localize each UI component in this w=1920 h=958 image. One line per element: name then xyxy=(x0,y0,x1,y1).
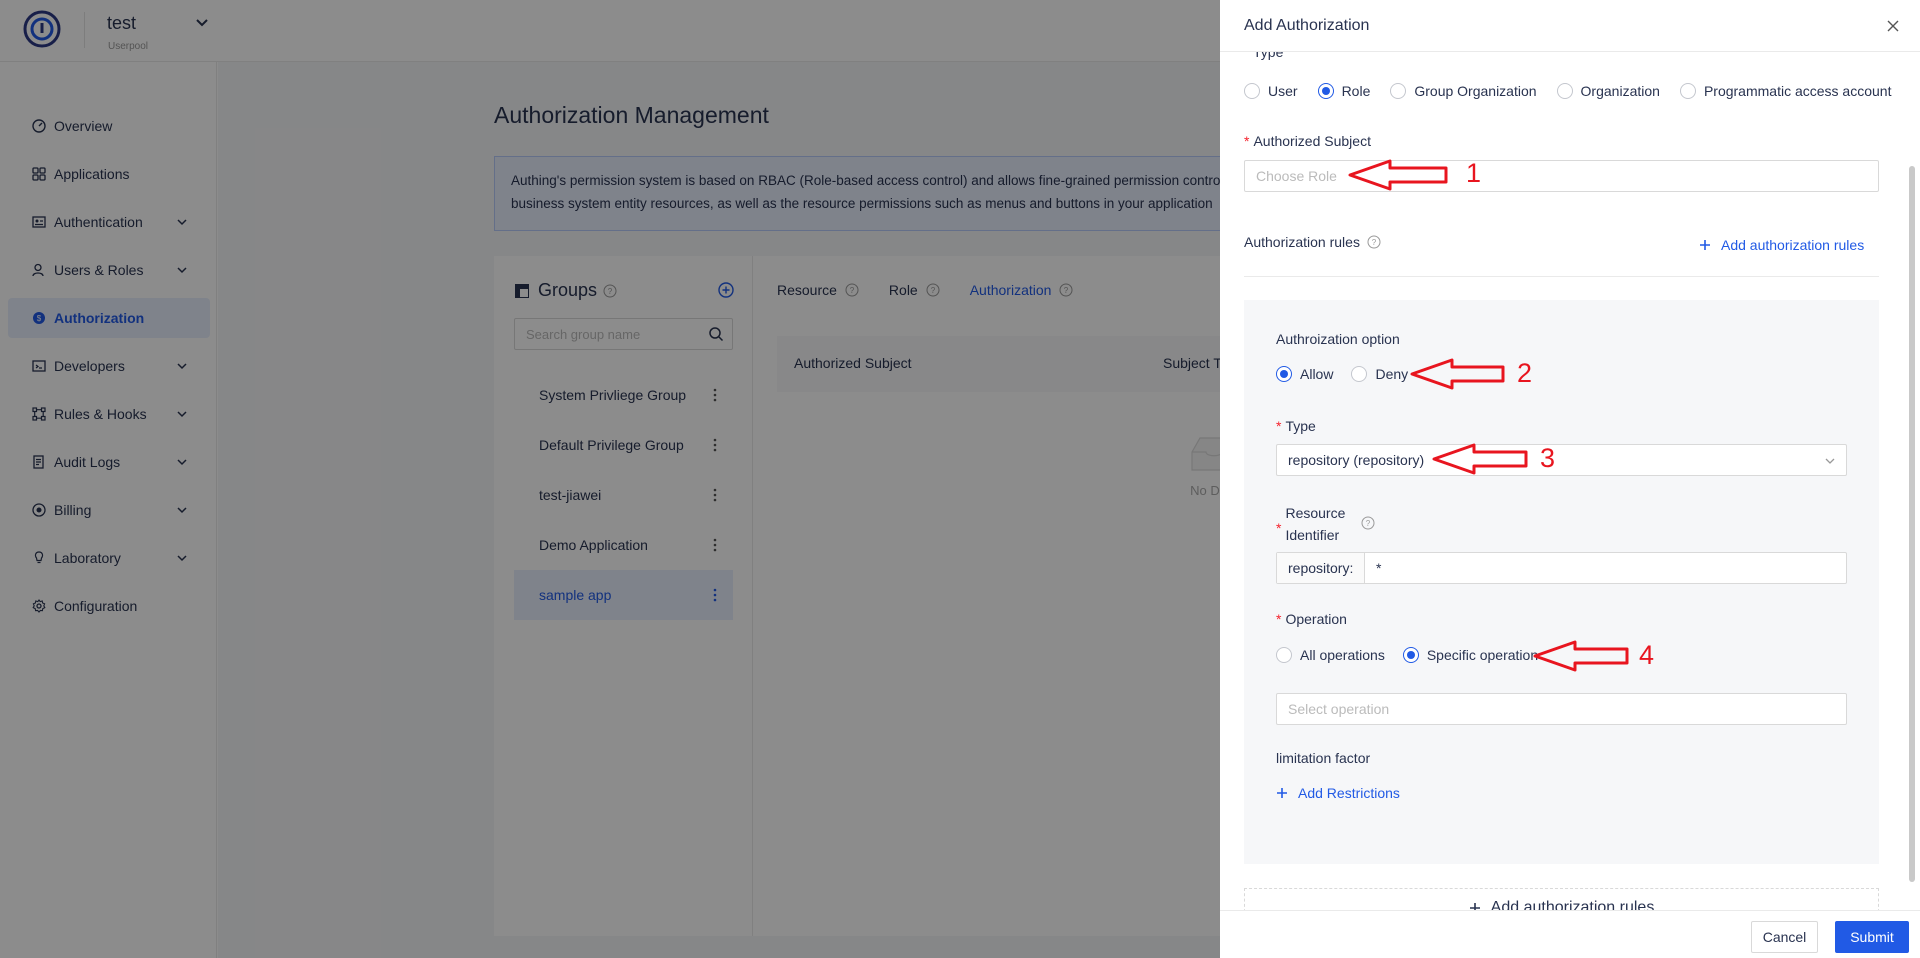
resource-prefix: repository: xyxy=(1277,553,1365,583)
resource-identifier-label: * Resource Identifier ? xyxy=(1276,502,1375,546)
rule-card: Authroization option Allow Deny * Type re… xyxy=(1244,300,1879,864)
radio-label: Programmatic access account xyxy=(1703,83,1892,99)
annotation-arrow-1 xyxy=(1348,159,1448,191)
radio-label: Specific operation xyxy=(1426,647,1539,663)
radio-circle xyxy=(1317,83,1334,99)
radio-circle xyxy=(1276,366,1292,382)
radio-circle xyxy=(1402,647,1419,663)
radio-specific-operation[interactable]: Specific operation xyxy=(1402,647,1539,663)
operation-radio-group: All operations Specific operation xyxy=(1276,647,1538,663)
resource-type-value: repository (repository) xyxy=(1288,452,1425,468)
plus-icon xyxy=(1277,788,1287,798)
drawer-header: Add Authorization xyxy=(1220,0,1920,52)
authorized-subject-label: * Authorized Subject xyxy=(1244,133,1371,149)
radio-circle xyxy=(1244,83,1260,99)
scrollbar-thumb[interactable] xyxy=(1909,166,1915,882)
add-authorization-drawer: Add Authorization Type User Role Group O… xyxy=(1220,0,1920,958)
annotation-number: 2 xyxy=(1517,358,1533,388)
select-operation-input[interactable] xyxy=(1277,694,1846,724)
submit-button[interactable]: Submit xyxy=(1835,921,1909,953)
modal-overlay[interactable] xyxy=(0,0,1220,958)
section-divider xyxy=(1244,276,1879,277)
annotation-number: 4 xyxy=(1639,640,1655,670)
annotation-arrow-2 xyxy=(1410,358,1505,390)
resource-identifier-input-group: repository: xyxy=(1276,552,1847,584)
radio-circle xyxy=(1556,83,1573,99)
annotation-arrow-4 xyxy=(1533,640,1629,672)
drawer-title: Add Authorization xyxy=(1244,17,1370,34)
limitation-factor-label: limitation factor xyxy=(1276,750,1371,766)
radio-label: All operations xyxy=(1300,647,1385,663)
radio-deny[interactable]: Deny xyxy=(1351,366,1408,382)
subject-type-radio-group: User Role Group Organization Organizatio… xyxy=(1244,83,1891,99)
radio-label: Allow xyxy=(1300,366,1334,382)
add-authorization-rules-button[interactable]: Add authorization rules xyxy=(1244,888,1879,910)
annotation-number: 1 xyxy=(1466,158,1482,188)
authorization-rules-label: Authorization rules ? xyxy=(1244,234,1381,250)
resource-type-select[interactable]: repository (repository) xyxy=(1276,444,1847,476)
type-label: Type xyxy=(1253,52,1284,60)
radio-label: Group Organization xyxy=(1414,83,1537,99)
annotation-number: 3 xyxy=(1540,443,1556,473)
operation-label: * Operation xyxy=(1276,611,1347,627)
help-icon[interactable]: ? xyxy=(1361,516,1375,530)
cancel-button[interactable]: Cancel xyxy=(1751,921,1818,953)
operation-select[interactable] xyxy=(1276,693,1847,725)
help-icon[interactable]: ? xyxy=(1367,235,1381,249)
radio-organization[interactable]: Organization xyxy=(1556,83,1660,99)
choose-role-input[interactable] xyxy=(1245,161,1878,191)
radio-circle xyxy=(1351,366,1368,382)
radio-label: Deny xyxy=(1375,366,1409,382)
annotation-arrow-3 xyxy=(1432,443,1528,475)
resource-type-label: * Type xyxy=(1276,418,1316,434)
radio-label: Role xyxy=(1341,83,1371,99)
authorized-subject-select[interactable] xyxy=(1244,160,1879,192)
radio-circle xyxy=(1276,647,1292,663)
radio-role[interactable]: Role xyxy=(1317,83,1371,99)
radio-user[interactable]: User xyxy=(1244,83,1298,99)
radio-circle xyxy=(1679,83,1696,99)
svg-text:?: ? xyxy=(1366,519,1371,528)
radio-all-operations[interactable]: All operations xyxy=(1276,647,1385,663)
plus-icon xyxy=(1700,240,1710,250)
add-restrictions-link[interactable]: Add Restrictions xyxy=(1276,785,1400,801)
resource-identifier-input[interactable] xyxy=(1365,553,1846,583)
allow-deny-radio-group: Allow Deny xyxy=(1276,366,1408,382)
drawer-scrollbar[interactable] xyxy=(1908,56,1916,906)
plus-icon xyxy=(1469,903,1480,910)
drawer-body: Type User Role Group Organization Organi… xyxy=(1220,52,1920,910)
radio-allow[interactable]: Allow xyxy=(1276,366,1333,382)
svg-text:?: ? xyxy=(1372,238,1377,247)
drawer-footer: Cancel Submit xyxy=(1220,910,1920,958)
radio-group-organization[interactable]: Group Organization xyxy=(1390,83,1537,99)
radio-circle xyxy=(1390,83,1407,99)
chevron-down-icon xyxy=(1825,458,1835,464)
radio-programmatic-access-account[interactable]: Programmatic access account xyxy=(1679,83,1892,99)
radio-label: User xyxy=(1268,83,1298,99)
authorization-option-label: Authroization option xyxy=(1276,331,1400,347)
radio-label: Organization xyxy=(1580,83,1660,99)
close-icon[interactable] xyxy=(1885,18,1901,34)
add-authorization-rules-link[interactable]: Add authorization rules xyxy=(1699,237,1864,253)
